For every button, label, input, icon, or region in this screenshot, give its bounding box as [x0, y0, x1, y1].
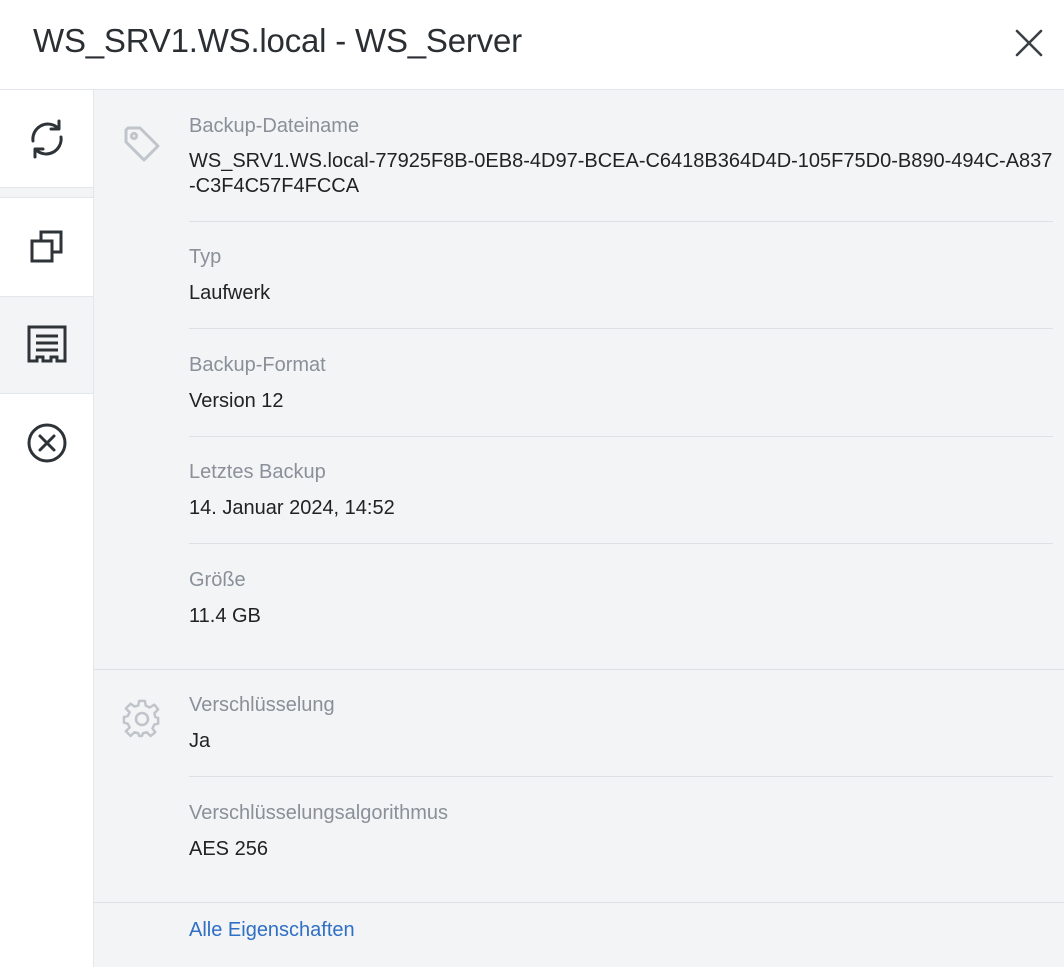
tag-icon: [124, 126, 160, 162]
property-label: Letztes Backup: [189, 461, 326, 483]
property-value: 11.4 GB: [189, 605, 261, 627]
section-divider: [94, 669, 1064, 670]
section-divider: [94, 902, 1064, 903]
property-value: Version 12: [189, 390, 284, 412]
close-icon: [1015, 29, 1043, 57]
property-label: Verschlüsselung: [189, 694, 335, 716]
property-label: Backup-Dateiname: [189, 115, 360, 137]
property-value: 14. Januar 2024, 14:52: [189, 497, 395, 519]
property-encryption: Verschlüsselung Ja: [189, 693, 1053, 753]
close-button[interactable]: [1008, 22, 1050, 64]
sidebar-refresh-button[interactable]: [0, 90, 93, 187]
gear-icon: [122, 699, 160, 738]
divider: [189, 776, 1053, 777]
sidebar-copy-button[interactable]: [0, 198, 93, 297]
divider: [189, 436, 1053, 437]
property-label: Verschlüsselungsalgorithmus: [189, 802, 449, 824]
properties-panel: Backup-Dateiname WS_SRV1.WS.local-77925F…: [94, 90, 1064, 967]
property-backup-filename: Backup-Dateiname WS_SRV1.WS.local-77925F…: [189, 114, 1053, 199]
property-encryption-algorithm: Verschlüsselungsalgorithmus AES 256: [189, 801, 1053, 861]
divider: [189, 221, 1053, 222]
copy-icon: [30, 230, 62, 263]
property-type: Typ Laufwerk: [189, 245, 1053, 305]
property-last-backup: Letztes Backup 14. Januar 2024, 14:52: [189, 460, 1053, 520]
sidebar-details-button[interactable]: [0, 297, 93, 394]
property-value: WS_SRV1.WS.local-77925F8B-0EB8-4D97-BCEA…: [189, 150, 1053, 197]
all-properties-link[interactable]: Alle Eigenschaften: [189, 919, 355, 942]
sidebar-cancel-button[interactable]: [0, 394, 93, 491]
property-label: Backup-Format: [189, 354, 326, 376]
property-size: Größe 11.4 GB: [189, 568, 1053, 628]
details-list-icon: [27, 325, 66, 363]
divider: [189, 328, 1053, 329]
property-value: Ja: [189, 730, 211, 752]
sidebar-separator: [0, 187, 93, 198]
sidebar: [0, 90, 94, 967]
cancel-circle-icon: [27, 423, 66, 462]
property-value: AES 256: [189, 838, 268, 860]
refresh-icon: [30, 119, 63, 158]
page-title: WS_SRV1.WS.local - WS_Server: [33, 22, 522, 59]
panel-header: WS_SRV1.WS.local - WS_Server: [0, 0, 1064, 90]
property-value: Laufwerk: [189, 282, 271, 304]
divider: [189, 543, 1053, 544]
property-backup-format: Backup-Format Version 12: [189, 353, 1053, 413]
property-label: Größe: [189, 569, 246, 591]
property-label: Typ: [189, 246, 222, 268]
